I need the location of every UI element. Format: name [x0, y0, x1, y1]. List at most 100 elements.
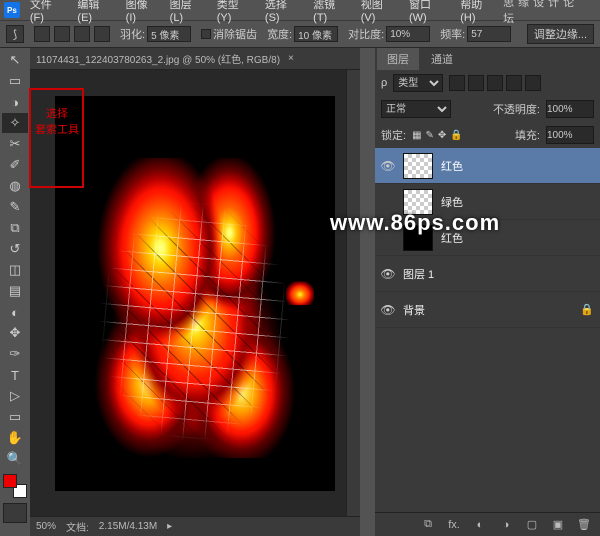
fg-color[interactable] [3, 474, 17, 488]
filter-type-icon[interactable] [487, 75, 503, 91]
tool-gradient[interactable]: ▤ [2, 281, 28, 301]
lock-all-icon[interactable]: 🔒 [450, 130, 462, 141]
layer-thumb[interactable] [403, 153, 433, 179]
menu-select[interactable]: 选择(S) [259, 0, 307, 24]
tab-layers[interactable]: 图层 [377, 48, 419, 70]
menu-view[interactable]: 视图(V) [355, 0, 403, 24]
tool-shape[interactable]: ▭ [2, 407, 28, 427]
menu-filter[interactable]: 滤镜(T) [307, 0, 355, 24]
menu-file[interactable]: 文件(F) [24, 0, 72, 24]
opacity-input[interactable] [546, 100, 594, 118]
filter-smart-icon[interactable] [525, 75, 541, 91]
tool-history-brush[interactable]: ↺ [2, 239, 28, 259]
contrast-input[interactable] [386, 26, 430, 42]
tool-brush[interactable]: ✎ [2, 197, 28, 217]
tool-blur[interactable]: ◐ [2, 302, 28, 322]
filter-shape-icon[interactable] [506, 75, 522, 91]
filter-kind-select[interactable]: 类型 [393, 74, 443, 92]
selmode-intersect[interactable] [94, 26, 110, 42]
layer-filter-row: ρ 类型 [375, 70, 600, 96]
link-layers-icon[interactable]: ⧉ [420, 517, 436, 533]
ps-logo: Ps [4, 2, 20, 18]
marching-ants-selection [90, 163, 300, 453]
zoom-value[interactable]: 50% [36, 521, 56, 532]
annotation-redbox: 选择套索工具 [29, 88, 84, 188]
selmode-sub[interactable] [74, 26, 90, 42]
tab-channels[interactable]: 通道 [421, 48, 463, 70]
tool-eyedropper[interactable]: ✐ [2, 155, 28, 175]
layer-row[interactable]: 👁 图层 1 [375, 256, 600, 292]
lock-image-icon[interactable]: ✎ [426, 130, 434, 141]
status-arrow-icon[interactable]: ▸ [167, 521, 172, 532]
watermark-text: www.86ps.com [330, 210, 500, 236]
scrollbar-vertical[interactable] [346, 70, 360, 516]
lock-position-icon[interactable]: ✥ [438, 130, 446, 141]
visibility-icon[interactable]: 👁 [381, 303, 395, 317]
main-area: ↖ ▭ ◑ ✧ ✂ ✐ ◍ ✎ ⧉ ↺ ◫ ▤ ◐ ✥ ✑ T ▷ ▭ ✋ 🔍 … [0, 48, 600, 536]
new-layer-icon[interactable]: ▣ [550, 517, 566, 533]
document-tab[interactable]: 11074431_122403780263_2.jpg @ 50% (红色, R… [30, 48, 360, 70]
panel-gap [360, 48, 375, 536]
opacity-label: 不透明度: [493, 101, 540, 117]
frequency-input[interactable] [467, 26, 511, 42]
lock-icon: 🔒 [580, 303, 594, 316]
antialias-checkbox[interactable] [201, 29, 211, 39]
layer-row[interactable]: 👁 红色 [375, 148, 600, 184]
layer-name[interactable]: 背景 [403, 302, 425, 318]
visibility-icon[interactable] [381, 195, 395, 209]
tool-lasso[interactable]: ◑ [2, 92, 28, 112]
selmode-new[interactable] [34, 26, 50, 42]
layer-name[interactable]: 图层 1 [403, 266, 434, 282]
tool-move[interactable]: ↖ [2, 50, 28, 70]
mask-icon[interactable]: ◐ [472, 517, 488, 533]
adjustment-icon[interactable]: ◑ [498, 517, 514, 533]
docsize-label: 文档: [66, 519, 89, 534]
tool-type[interactable]: T [2, 365, 28, 385]
visibility-icon[interactable]: 👁 [381, 159, 395, 173]
tool-magic-wand[interactable]: ✧ [2, 113, 28, 133]
layer-name[interactable]: 红色 [441, 158, 463, 174]
tool-zoom[interactable]: 🔍 [2, 449, 28, 469]
feather-input[interactable] [147, 26, 191, 42]
visibility-icon[interactable]: 👁 [381, 267, 395, 281]
width-input[interactable] [294, 26, 338, 42]
tool-path[interactable]: ▷ [2, 386, 28, 406]
tool-pen[interactable]: ✑ [2, 344, 28, 364]
panel-tabs: 图层 通道 [375, 48, 600, 70]
group-icon[interactable]: ▢ [524, 517, 540, 533]
tool-stamp[interactable]: ⧉ [2, 218, 28, 238]
tool-marquee[interactable]: ▭ [2, 71, 28, 91]
menu-window[interactable]: 窗口(W) [403, 0, 454, 24]
refine-edge-button[interactable]: 调整边缘... [527, 24, 594, 44]
menu-help[interactable]: 帮助(H) [454, 0, 503, 24]
menu-type[interactable]: 类型(Y) [211, 0, 259, 24]
filter-pixel-icon[interactable] [449, 75, 465, 91]
menu-layer[interactable]: 图层(L) [164, 0, 211, 24]
layer-row[interactable]: 👁 背景 🔒 [375, 292, 600, 328]
tool-eraser[interactable]: ◫ [2, 260, 28, 280]
forum-label: 思缘设计论坛 [503, 0, 600, 26]
trash-icon[interactable]: 🗑 [576, 517, 592, 533]
fx-icon[interactable]: fx. [446, 517, 462, 533]
selmode-add[interactable] [54, 26, 70, 42]
active-tool-icon[interactable]: ⟆ [6, 25, 24, 43]
color-swatch[interactable] [3, 474, 27, 498]
close-tab-icon[interactable]: × [288, 53, 294, 64]
menu-edit[interactable]: 编辑(E) [71, 0, 119, 24]
blend-mode-select[interactable]: 正常 [381, 100, 451, 118]
annotation-text: 选择套索工具 [35, 106, 79, 138]
quick-mask[interactable] [3, 503, 27, 523]
tool-palette: ↖ ▭ ◑ ✧ ✂ ✐ ◍ ✎ ⧉ ↺ ◫ ▤ ◐ ✥ ✑ T ▷ ▭ ✋ 🔍 [0, 48, 30, 536]
lock-transparent-icon[interactable]: ▦ [412, 130, 421, 141]
tool-crop[interactable]: ✂ [2, 134, 28, 154]
tool-dodge[interactable]: ✥ [2, 323, 28, 343]
layer-name[interactable]: 绿色 [441, 194, 463, 210]
tool-healing[interactable]: ◍ [2, 176, 28, 196]
tool-hand[interactable]: ✋ [2, 428, 28, 448]
filter-adjust-icon[interactable] [468, 75, 484, 91]
fill-input[interactable] [546, 126, 594, 144]
menu-image[interactable]: 图像(I) [120, 0, 164, 24]
panels-dock: 图层 通道 ρ 类型 正常 不透明度: 锁定: [375, 48, 600, 536]
layers-panel: 图层 通道 ρ 类型 正常 不透明度: 锁定: [375, 48, 600, 536]
contrast-label: 对比度: [348, 26, 384, 42]
